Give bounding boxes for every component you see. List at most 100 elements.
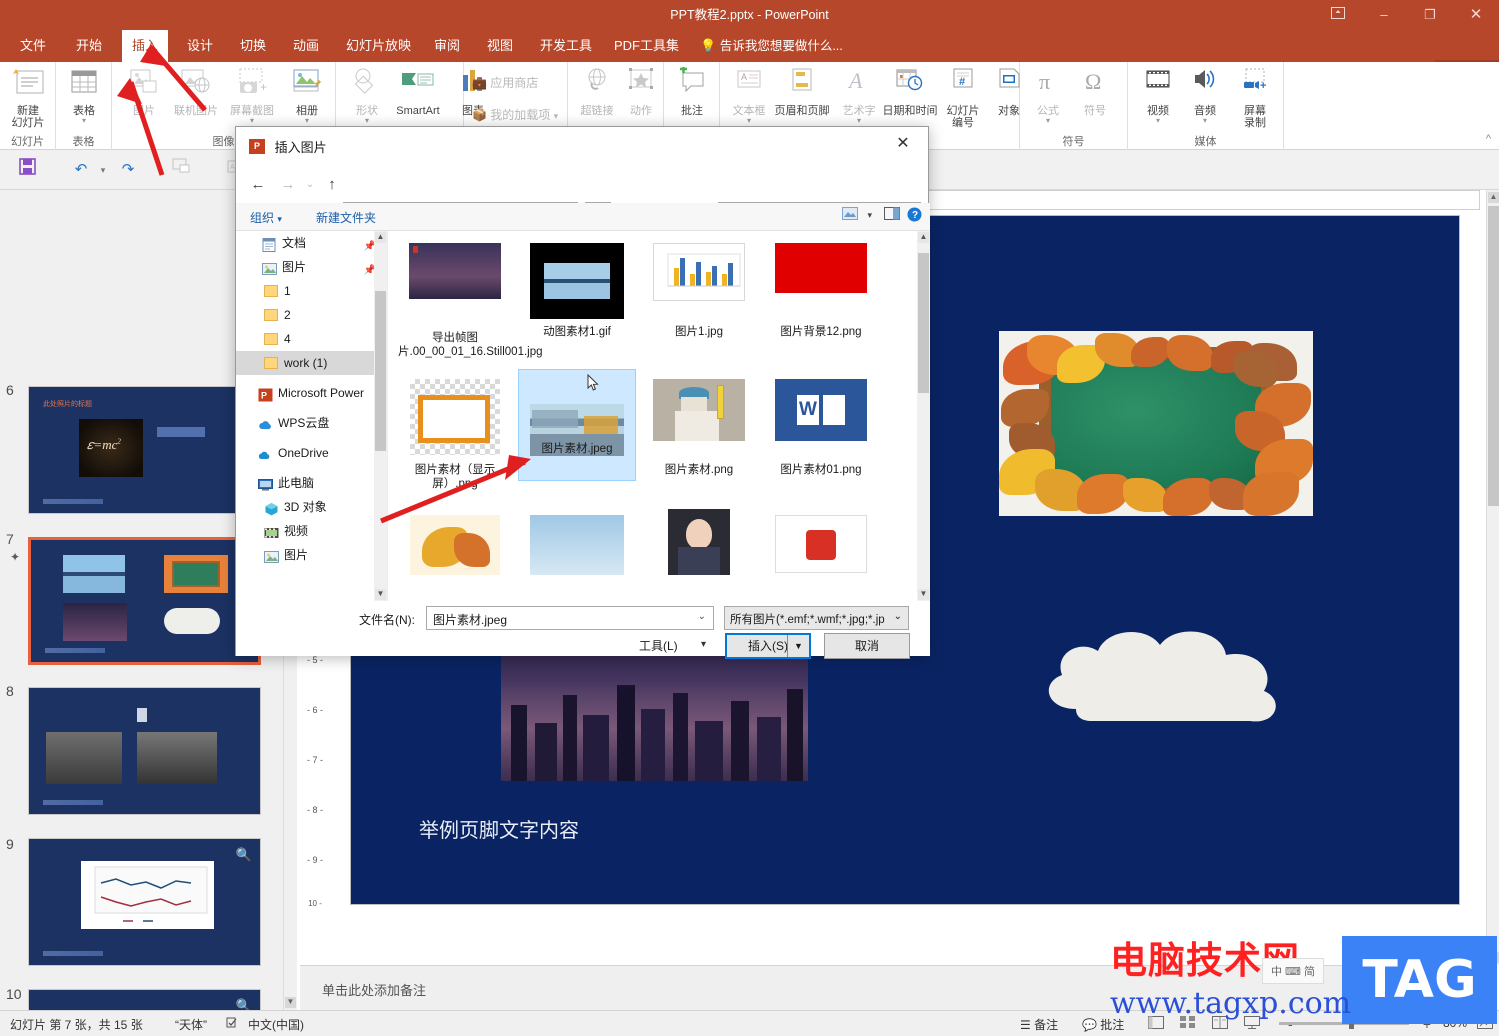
photo-album-button[interactable]: 相册 ▾ [280, 65, 334, 124]
scroll-up-icon[interactable]: ▲ [375, 232, 386, 243]
theme-label[interactable]: “天体” [175, 1016, 207, 1033]
chevron-down-icon[interactable]: ▾ [722, 117, 776, 124]
tools-dropdown-icon[interactable]: ▾ [701, 639, 706, 650]
tree-item-pictures[interactable]: 图片 📌 [236, 255, 388, 279]
chevron-down-icon[interactable]: ⌄ [894, 611, 902, 622]
view-options-icon[interactable] [842, 207, 858, 223]
scroll-down-icon[interactable]: ▼ [375, 589, 386, 600]
minimize-button[interactable]: – [1361, 0, 1407, 30]
chevron-down-icon[interactable]: ▾ [1021, 117, 1075, 124]
tree-item-work-1[interactable]: work (1) [236, 351, 388, 375]
picture-button[interactable]: 图片 [117, 65, 171, 117]
tree-item-documents[interactable]: 文档 📌 [236, 231, 388, 255]
file-item[interactable]: 导出帧图片.00_00_01_16.Still001.jpg [396, 235, 514, 365]
file-item[interactable] [518, 507, 636, 601]
save-icon[interactable] [12, 158, 42, 182]
close-button[interactable]: ✕ [1453, 0, 1499, 30]
audio-button[interactable]: 音频 ▾ [1178, 65, 1232, 124]
new-slide-button[interactable]: 新建幻灯片 [1, 65, 55, 129]
slide-thumbnail-7[interactable] [28, 537, 261, 665]
file-item-selected[interactable]: 图片素材.jpeg [518, 369, 636, 481]
store-button[interactable]: 💼 应用商店 [472, 74, 538, 91]
new-folder-button[interactable]: 新建文件夹 [316, 209, 376, 226]
ribbon-display-options-icon[interactable] [1315, 0, 1361, 30]
tree-scrollbar[interactable]: ▲ ▼ [374, 231, 387, 601]
file-item[interactable] [640, 501, 758, 601]
chevron-down-icon[interactable]: ▾ [340, 117, 394, 124]
tab-animations[interactable]: 动画 [283, 30, 329, 62]
tab-view[interactable]: 视图 [477, 30, 523, 62]
insert-picture-dialog[interactable]: P 插入图片 ✕ ← → ⌄ ↑ « 桌面 › work (2) › work … [235, 126, 929, 656]
tree-item-onedrive[interactable]: OneDrive [236, 441, 388, 465]
redo-icon[interactable]: ↷ [113, 158, 143, 182]
chevron-down-icon[interactable]: ▾ [57, 117, 111, 124]
tab-pdf-tools[interactable]: PDF工具集 [604, 30, 689, 62]
online-picture-button[interactable]: 联机图片 [169, 65, 223, 117]
spell-check-icon[interactable] [226, 1016, 241, 1032]
slide-thumbnail-10[interactable]: 🔍 [28, 989, 261, 1010]
canvas-scrollbar[interactable]: ▲ ▼ [1486, 190, 1499, 965]
symbol-button[interactable]: Ω 符号 [1068, 65, 1122, 117]
view-options-dropdown-icon[interactable]: ▾ [867, 210, 872, 221]
slide-thumbnail-8[interactable] [28, 687, 261, 815]
canvas-scroll-thumb[interactable] [1488, 206, 1499, 506]
tab-slideshow[interactable]: 幻灯片放映 [336, 30, 421, 62]
slide-thumbnail-9[interactable]: 🔍 [28, 838, 261, 966]
file-item[interactable]: W 图片素材01.png [762, 371, 880, 501]
action-button[interactable]: 动作 [614, 65, 668, 117]
file-grid-scroll-thumb[interactable] [918, 253, 929, 393]
tree-item-videos[interactable]: 视频 [236, 519, 388, 543]
slide-thumbnail-6[interactable]: 此处照片的标题 𝜀=mc2 [28, 386, 261, 514]
cancel-button[interactable]: 取消 [824, 633, 910, 659]
file-item[interactable] [396, 507, 514, 601]
tree-scroll-thumb[interactable] [375, 291, 386, 451]
file-item[interactable]: 图片素材.png [640, 371, 758, 501]
chalkboard-autumn-image[interactable] [999, 331, 1313, 516]
tab-insert[interactable]: 插入 [122, 30, 168, 62]
collapse-ribbon-button[interactable]: ^ [1486, 133, 1491, 145]
screen-recording-button[interactable]: + 屏幕录制 [1228, 65, 1282, 129]
file-list[interactable]: 导出帧图片.00_00_01_16.Still001.jpg 动图素材1.gif [388, 231, 930, 601]
tree-item-3d-objects[interactable]: 3D 对象 [236, 495, 388, 519]
filename-input[interactable]: 图片素材.jpeg ⌄ [426, 606, 714, 630]
file-item[interactable]: 图片背景12.png [762, 235, 880, 365]
file-item[interactable]: 图片1.jpg [640, 235, 758, 365]
back-button[interactable]: ← [246, 173, 270, 197]
text-box-button[interactable]: A 文本框 ▾ [722, 65, 776, 124]
slide-count-label[interactable]: 幻灯片 第 7 张，共 15 张 [10, 1016, 143, 1033]
table-button[interactable]: 表格 ▾ [57, 65, 111, 124]
organize-button[interactable]: 组织 ▾ [250, 209, 282, 226]
tree-item-folder-1[interactable]: 1 [236, 279, 388, 303]
insert-dropdown-icon[interactable]: ▼ [787, 635, 809, 657]
chevron-down-icon[interactable]: ▾ [832, 117, 886, 124]
file-item[interactable]: 图片素材（显示屏）.png [396, 371, 514, 501]
language-label[interactable]: 中文(中国) [248, 1016, 304, 1033]
recent-locations-button[interactable]: ⌄ [298, 173, 322, 197]
equation-button[interactable]: π 公式 ▾ [1021, 65, 1075, 124]
maximize-button[interactable]: ❐ [1407, 0, 1453, 30]
scroll-down-icon[interactable]: ▼ [918, 589, 929, 600]
chevron-down-icon[interactable]: ▾ [554, 111, 559, 121]
notes-button[interactable]: ☰ 备注 [1020, 1016, 1058, 1033]
tab-review[interactable]: 审阅 [424, 30, 470, 62]
video-button[interactable]: 视频 ▾ [1131, 65, 1185, 124]
my-addins-button[interactable]: 📦 我的加载项 ▾ [472, 106, 558, 123]
zoom-icon[interactable]: 🔍 [236, 847, 252, 863]
comment-button[interactable]: 批注 [665, 65, 719, 117]
dialog-close-button[interactable]: ✕ [884, 131, 922, 157]
chevron-down-icon[interactable]: ▾ [1131, 117, 1185, 124]
tree-item-wps-cloud[interactable]: WPS云盘 [236, 411, 388, 435]
help-icon[interactable]: ? [907, 207, 922, 225]
present-icon[interactable] [166, 158, 196, 182]
insert-button[interactable]: 插入(S) ▼ [725, 633, 811, 659]
tell-me-box[interactable]: 💡 告诉我您想要做什么... [690, 30, 853, 62]
tree-item-pictures-2[interactable]: 图片 [236, 543, 388, 567]
folder-tree[interactable]: 文档 📌 图片 📌 1 2 4 [236, 231, 388, 601]
tab-transitions[interactable]: 切换 [230, 30, 276, 62]
tree-item-folder-4[interactable]: 4 [236, 327, 388, 351]
scroll-up-icon[interactable]: ▲ [1488, 192, 1499, 203]
chevron-down-icon[interactable]: ▾ [1178, 117, 1232, 124]
file-type-filter[interactable]: 所有图片(*.emf;*.wmf;*.jpg;*.jp ⌄ [724, 606, 909, 630]
slide-footer-text[interactable]: 举例页脚文字内容 [419, 814, 579, 843]
tree-item-microsoft-powerpoint[interactable]: P Microsoft Power [236, 381, 388, 405]
